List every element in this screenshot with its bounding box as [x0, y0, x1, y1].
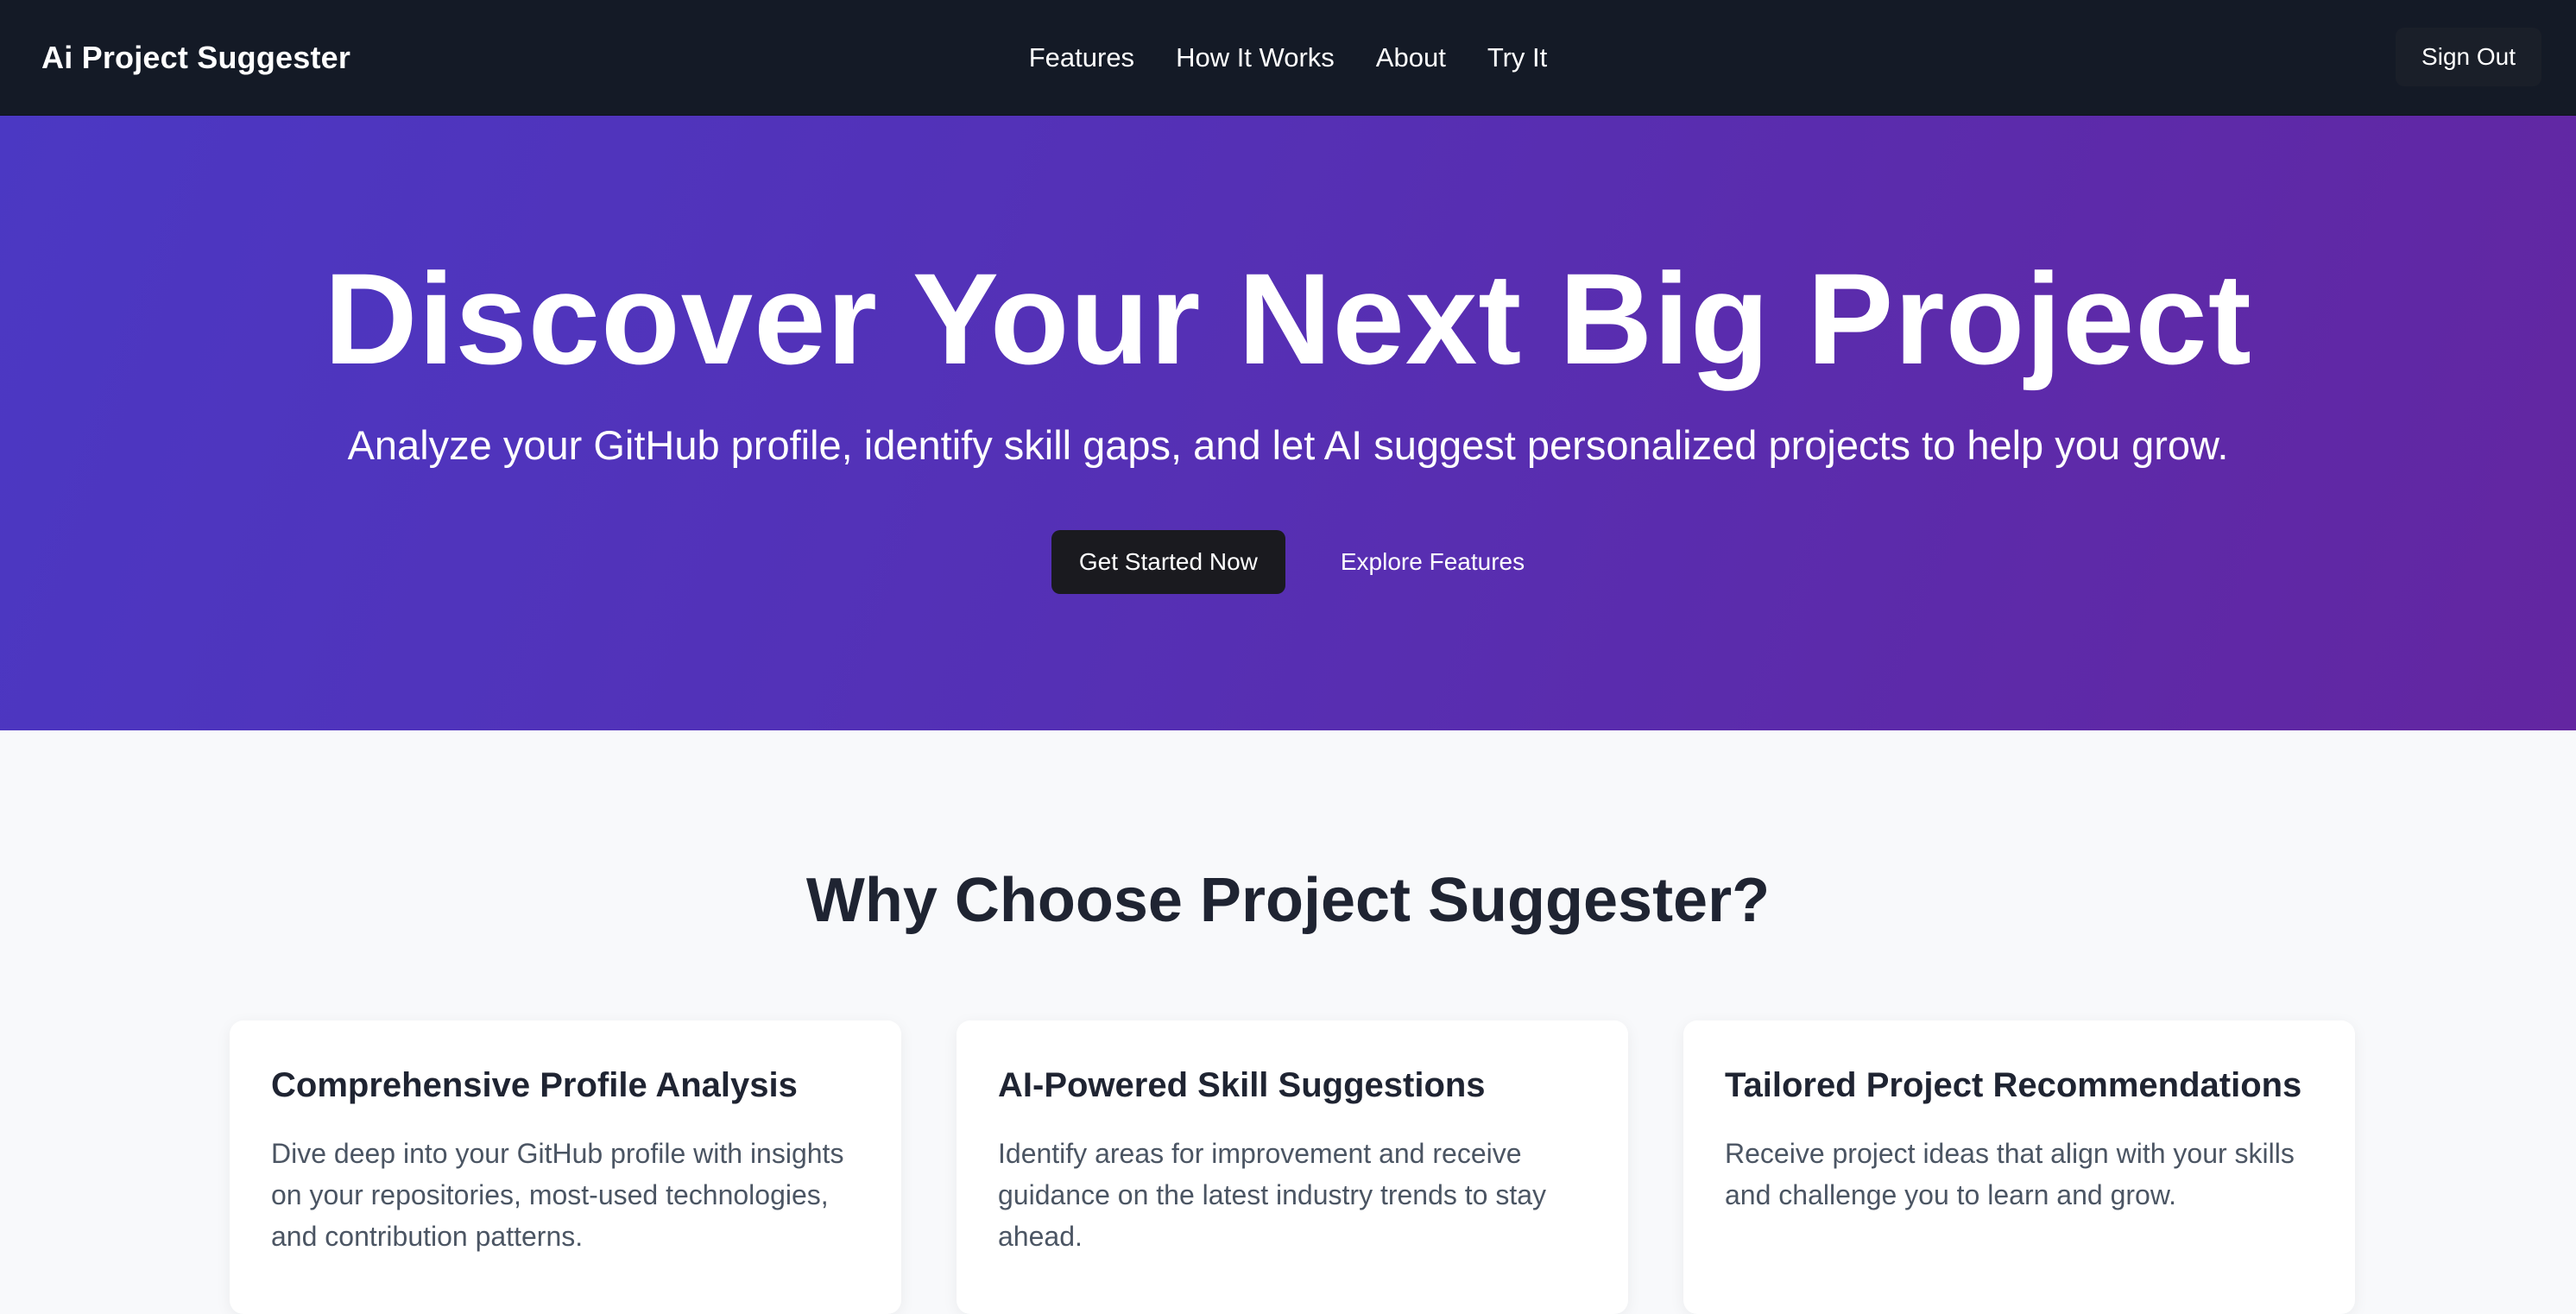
- features-section-title: Why Choose Project Suggester?: [805, 866, 1771, 935]
- feature-card-text: Identify areas for improvement and recei…: [998, 1138, 1547, 1252]
- feature-card-title: AI-Powered Skill Suggestions: [998, 1066, 1486, 1104]
- sign-out-button[interactable]: Sign Out: [2396, 28, 2541, 86]
- explore-features-link[interactable]: Explore Features: [1341, 530, 1525, 594]
- nav-link-how-it-works[interactable]: How It Works: [1176, 42, 1335, 73]
- feature-card-text: Receive project ideas that align with yo…: [1725, 1138, 2295, 1210]
- feature-card-skill-suggestions: AI-Powered Skill Suggestions Identify ar…: [957, 1020, 1628, 1314]
- feature-card-title: Comprehensive Profile Analysis: [271, 1066, 798, 1104]
- top-navbar: Ai Project Suggester Features How It Wor…: [0, 0, 2576, 116]
- feature-card-text: Dive deep into your GitHub profile with …: [271, 1138, 844, 1252]
- feature-card-title: Tailored Project Recommendations: [1725, 1066, 2302, 1104]
- main-nav: Features How It Works About Try It: [0, 0, 2576, 116]
- hero-subtitle: Analyze your GitHub profile, identify sk…: [347, 422, 2229, 468]
- nav-link-try-it[interactable]: Try It: [1487, 42, 1547, 73]
- hero-actions: Get Started Now Explore Features: [0, 530, 2576, 594]
- nav-link-features[interactable]: Features: [1029, 42, 1134, 73]
- nav-link-about[interactable]: About: [1376, 42, 1446, 73]
- hero-title: Discover Your Next Big Project: [324, 246, 2252, 391]
- feature-card-project-recommendations: Tailored Project Recommendations Receive…: [1683, 1020, 2355, 1314]
- brand-logo-text[interactable]: Ai Project Suggester: [41, 0, 350, 116]
- feature-card-profile-analysis: Comprehensive Profile Analysis Dive deep…: [230, 1020, 901, 1314]
- hero-section: Discover Your Next Big Project Analyze y…: [0, 116, 2576, 730]
- get-started-button[interactable]: Get Started Now: [1051, 530, 1285, 594]
